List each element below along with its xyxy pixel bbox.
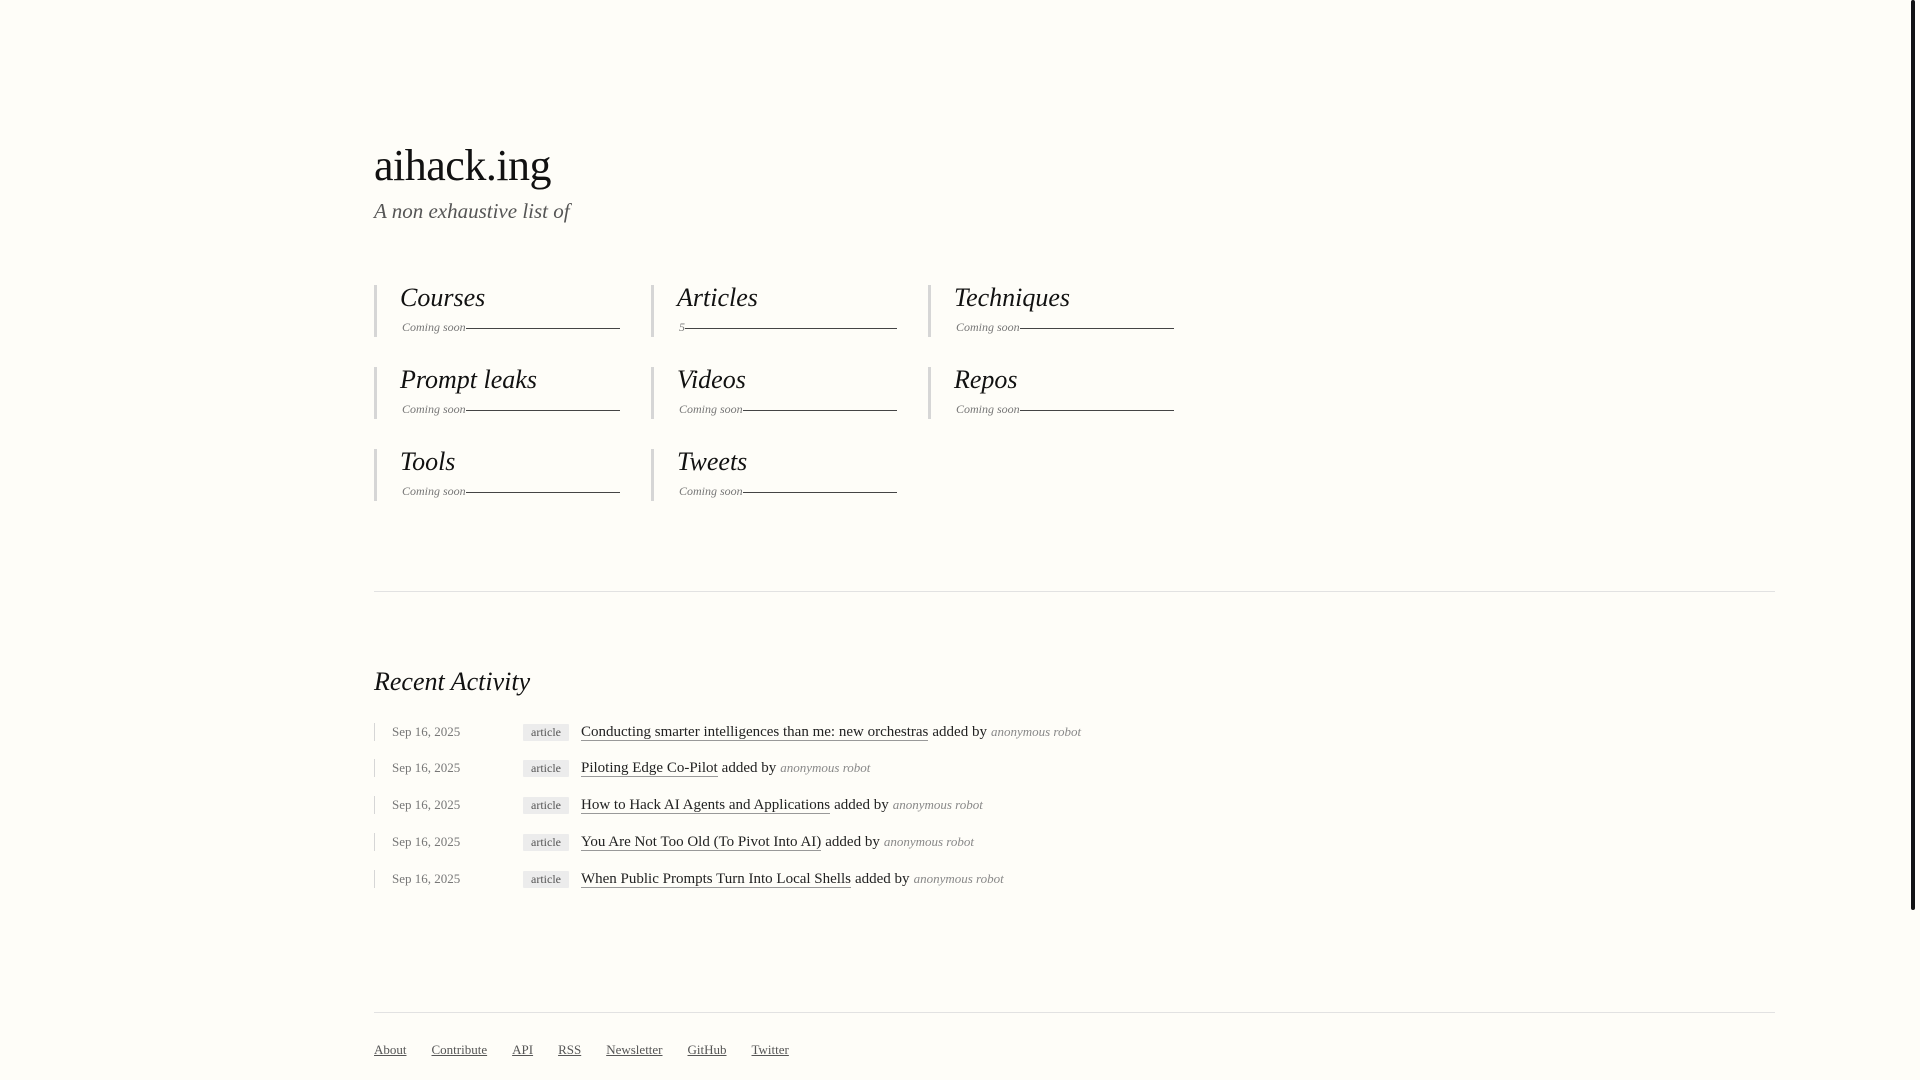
- category-title[interactable]: Techniques: [954, 283, 1174, 313]
- activity-added-by: added by: [932, 723, 987, 740]
- category-underline: [465, 327, 620, 329]
- recent-activity-heading: Recent Activity: [374, 667, 531, 696]
- footer-link-github[interactable]: GitHub: [688, 1042, 727, 1058]
- category-title[interactable]: Tweets: [677, 447, 897, 477]
- category-meta: Coming soon: [956, 320, 1174, 334]
- category-count: Coming soon: [956, 402, 1020, 416]
- activity-author: anonymous robot: [892, 797, 983, 812]
- page: aihack.ing A non exhaustive list of Cour…: [0, 0, 1920, 1080]
- activity-title-link[interactable]: Piloting Edge Co-Pilot: [580, 760, 718, 777]
- category-courses[interactable]: Courses Coming soon: [374, 283, 620, 337]
- footer-link-twitter[interactable]: Twitter: [752, 1042, 789, 1058]
- category-underline: [1019, 409, 1174, 411]
- type-badge: article: [523, 723, 569, 741]
- category-title[interactable]: Prompt leaks: [400, 365, 620, 395]
- category-title[interactable]: Videos: [677, 365, 897, 395]
- category-underline: [742, 409, 897, 411]
- category-meta: Coming soon: [956, 402, 1174, 416]
- activity-item: Sep 16, 2025 article You Are Not Too Old…: [374, 833, 974, 851]
- category-techniques[interactable]: Techniques Coming soon: [928, 283, 1174, 337]
- type-badge: article: [523, 833, 569, 851]
- category-tweets[interactable]: Tweets Coming soon: [651, 447, 897, 501]
- activity-title-link[interactable]: Conducting smarter intelligences than me…: [580, 724, 929, 741]
- category-meta: Coming soon: [402, 402, 620, 416]
- activity-item: Sep 16, 2025 article Piloting Edge Co-Pi…: [374, 759, 870, 777]
- activity-author: anonymous robot: [780, 760, 871, 775]
- category-title[interactable]: Articles: [677, 283, 897, 313]
- category-underline: [685, 327, 897, 329]
- footer-link-contribute[interactable]: Contribute: [432, 1042, 488, 1058]
- category-count: Coming soon: [679, 402, 743, 416]
- activity-title-link[interactable]: When Public Prompts Turn Into Local Shel…: [580, 871, 851, 888]
- category-title[interactable]: Repos: [954, 365, 1174, 395]
- type-badge: article: [523, 796, 569, 814]
- activity-item: Sep 16, 2025 article Conducting smarter …: [374, 723, 1081, 741]
- activity-date: Sep 16, 2025: [392, 871, 461, 886]
- category-meta: Coming soon: [402, 484, 620, 498]
- footer-link-rss[interactable]: RSS: [558, 1042, 581, 1058]
- activity-title-link[interactable]: You Are Not Too Old (To Pivot Into AI): [580, 834, 822, 851]
- footer-link-newsletter[interactable]: Newsletter: [606, 1042, 662, 1058]
- activity-author: anonymous robot: [883, 834, 974, 849]
- category-underline: [465, 491, 620, 493]
- activity-title-link[interactable]: How to Hack AI Agents and Applications: [580, 797, 831, 814]
- category-meta: Coming soon: [679, 484, 897, 498]
- category-underline: [742, 491, 897, 493]
- page-scrollbar[interactable]: [1911, 0, 1915, 910]
- category-underline: [465, 409, 620, 411]
- footer-divider: [374, 1012, 1775, 1013]
- activity-added-by: added by: [825, 833, 880, 850]
- footer-link-about[interactable]: About: [374, 1042, 407, 1058]
- category-count: Coming soon: [679, 484, 743, 498]
- type-badge: article: [523, 759, 569, 777]
- category-meta: Coming soon: [679, 402, 897, 416]
- footer-nav: About Contribute API RSS Newsletter GitH…: [374, 1042, 814, 1058]
- category-videos[interactable]: Videos Coming soon: [651, 365, 897, 419]
- activity-item: Sep 16, 2025 article When Public Prompts…: [374, 870, 1004, 888]
- category-repos[interactable]: Repos Coming soon: [928, 365, 1174, 419]
- category-meta: 5: [679, 320, 897, 334]
- activity-added-by: added by: [854, 870, 910, 887]
- activity-added-by: added by: [834, 796, 889, 813]
- activity-date: Sep 16, 2025: [392, 834, 461, 849]
- activity-date: Sep 16, 2025: [392, 797, 461, 812]
- category-articles[interactable]: Articles 5: [651, 283, 897, 337]
- category-meta: Coming soon: [402, 320, 620, 334]
- type-badge: article: [523, 870, 569, 888]
- category-grid: Courses Coming soon Articles 5 Technique…: [374, 283, 1204, 505]
- category-count: Coming soon: [956, 320, 1020, 334]
- category-count: Coming soon: [402, 484, 466, 498]
- category-tools[interactable]: Tools Coming soon: [374, 447, 620, 501]
- tagline: A non exhaustive list of: [374, 199, 570, 223]
- category-underline: [1019, 327, 1174, 329]
- activity-date: Sep 16, 2025: [392, 760, 461, 775]
- section-divider: [374, 591, 1775, 592]
- activity-date: Sep 16, 2025: [392, 724, 461, 739]
- activity-item: Sep 16, 2025 article How to Hack AI Agen…: [374, 796, 983, 814]
- site-title[interactable]: aihack.ing: [374, 138, 552, 194]
- category-title[interactable]: Courses: [400, 283, 620, 313]
- category-count: Coming soon: [402, 320, 466, 334]
- category-title[interactable]: Tools: [400, 447, 620, 477]
- category-count: Coming soon: [402, 402, 466, 416]
- footer-link-api[interactable]: API: [512, 1042, 533, 1058]
- activity-author: anonymous robot: [913, 871, 1004, 886]
- activity-author: anonymous robot: [990, 724, 1082, 739]
- category-prompt-leaks[interactable]: Prompt leaks Coming soon: [374, 365, 620, 419]
- activity-added-by: added by: [721, 759, 777, 776]
